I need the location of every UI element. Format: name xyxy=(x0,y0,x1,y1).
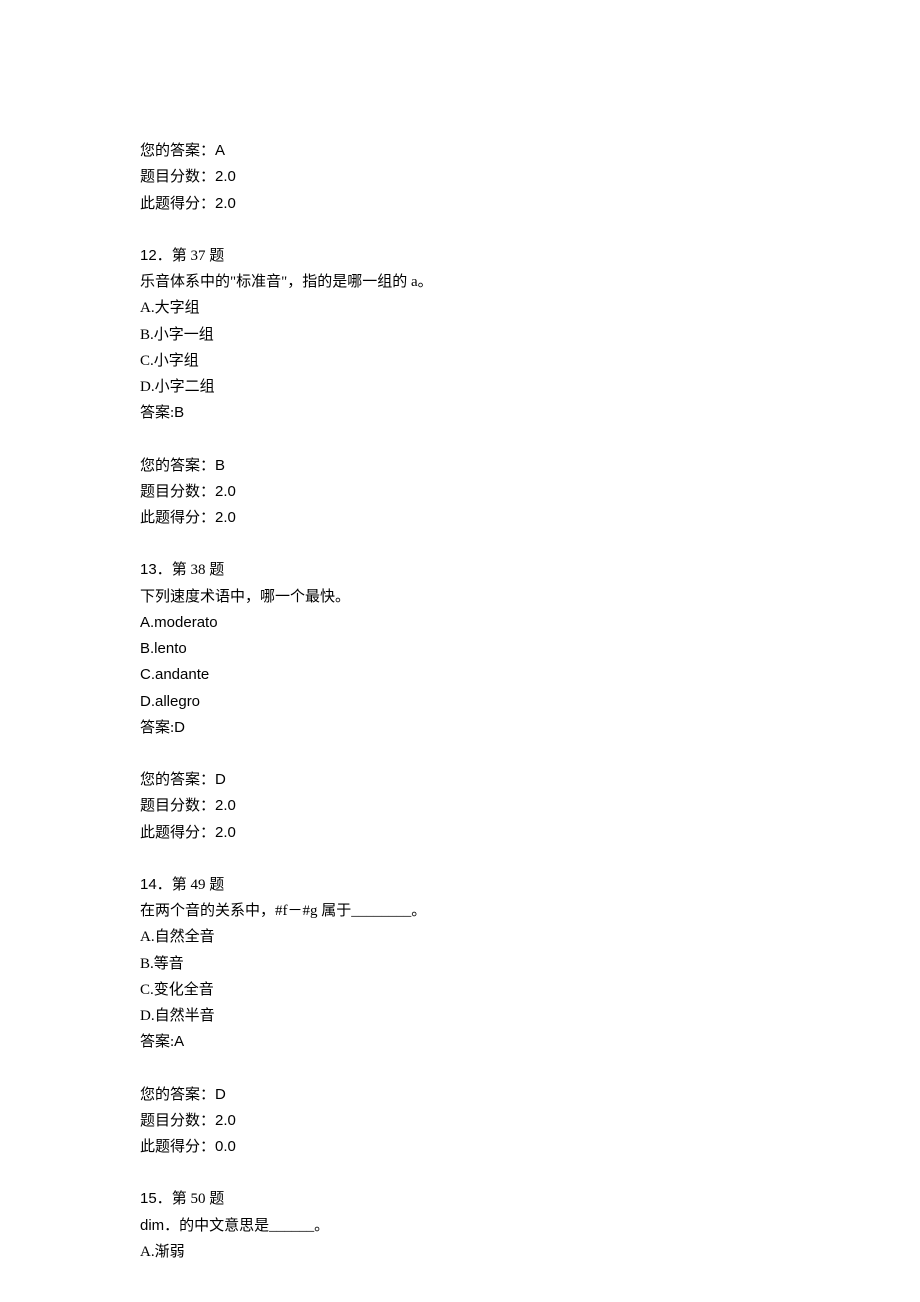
your-answer-label: 您的答案： xyxy=(140,143,215,159)
q15: 15．第 50 题 dim．的中文意思是______。 A.渐弱 xyxy=(140,1186,920,1265)
heading: 14．第 49 题 xyxy=(140,872,920,898)
title: 第 38 题 xyxy=(172,562,225,578)
score-label: 题目分数： xyxy=(140,484,215,500)
score-value: 2.0 xyxy=(215,1112,236,1129)
score-label: 题目分数： xyxy=(140,1113,215,1129)
index: 13． xyxy=(140,561,172,578)
index: 12． xyxy=(140,247,172,264)
stem: 乐音体系中的"标准音"，指的是哪一组的 a。 xyxy=(140,269,920,295)
option-a: A.moderato xyxy=(140,610,920,636)
option-a: A.大字组 xyxy=(140,295,920,321)
your-answer-label: 您的答案： xyxy=(140,458,215,474)
stem: 下列速度术语中，哪一个最快。 xyxy=(140,584,920,610)
stem: dim．的中文意思是______。 xyxy=(140,1213,920,1239)
stem-suffix: 的中文意思是______。 xyxy=(179,1218,329,1234)
heading: 12．第 37 题 xyxy=(140,243,920,269)
option-b: B.等音 xyxy=(140,951,920,977)
score-line: 题目分数：2.0 xyxy=(140,479,920,505)
your-answer-label: 您的答案： xyxy=(140,1087,215,1103)
answer-line: 答案:B xyxy=(140,400,920,426)
option-c: C.小字组 xyxy=(140,348,920,374)
answer-value: A xyxy=(174,1033,184,1050)
title: 第 49 题 xyxy=(172,877,225,893)
your-answer-line: 您的答案：A xyxy=(140,138,920,164)
got-line: 此题得分：2.0 xyxy=(140,505,920,531)
got-value: 2.0 xyxy=(215,195,236,212)
answer-value: B xyxy=(174,404,184,421)
stem: 在两个音的关系中，#f－#g 属于________。 xyxy=(140,898,920,924)
q14: 14．第 49 题 在两个音的关系中，#f－#g 属于________。 A.自… xyxy=(140,872,920,1056)
got-line: 此题得分：2.0 xyxy=(140,191,920,217)
index: 14． xyxy=(140,876,172,893)
score-line: 题目分数：2.0 xyxy=(140,164,920,190)
got-value: 2.0 xyxy=(215,824,236,841)
q14-result: 您的答案：D 题目分数：2.0 此题得分：0.0 xyxy=(140,1082,920,1161)
index: 15． xyxy=(140,1190,172,1207)
answer-label: 答案: xyxy=(140,1034,174,1050)
option-a: A.自然全音 xyxy=(140,924,920,950)
option-c: C.andante xyxy=(140,662,920,688)
your-answer-line: 您的答案：B xyxy=(140,453,920,479)
your-answer-value: D xyxy=(215,771,226,788)
option-d: D.自然半音 xyxy=(140,1003,920,1029)
option-a: A.渐弱 xyxy=(140,1239,920,1265)
option-d: D.小字二组 xyxy=(140,374,920,400)
got-label: 此题得分： xyxy=(140,825,215,841)
your-answer-line: 您的答案：D xyxy=(140,767,920,793)
your-answer-value: B xyxy=(215,457,225,474)
got-value: 0.0 xyxy=(215,1138,236,1155)
score-label: 题目分数： xyxy=(140,169,215,185)
score-line: 题目分数：2.0 xyxy=(140,1108,920,1134)
heading: 15．第 50 题 xyxy=(140,1186,920,1212)
answer-line: 答案:A xyxy=(140,1029,920,1055)
got-value: 2.0 xyxy=(215,509,236,526)
q11-result: 您的答案：A 题目分数：2.0 此题得分：2.0 xyxy=(140,138,920,217)
got-label: 此题得分： xyxy=(140,196,215,212)
score-line: 题目分数：2.0 xyxy=(140,793,920,819)
score-label: 题目分数： xyxy=(140,798,215,814)
q13: 13．第 38 题 下列速度术语中，哪一个最快。 A.moderato B.le… xyxy=(140,557,920,741)
answer-label: 答案: xyxy=(140,720,174,736)
got-label: 此题得分： xyxy=(140,510,215,526)
answer-label: 答案: xyxy=(140,405,174,421)
option-b: B.小字一组 xyxy=(140,322,920,348)
answer-value: D xyxy=(174,719,185,736)
your-answer-value: D xyxy=(215,1086,226,1103)
heading: 13．第 38 题 xyxy=(140,557,920,583)
your-answer-value: A xyxy=(215,142,225,159)
q13-result: 您的答案：D 题目分数：2.0 此题得分：2.0 xyxy=(140,767,920,846)
score-value: 2.0 xyxy=(215,797,236,814)
option-d: D.allegro xyxy=(140,689,920,715)
your-answer-line: 您的答案：D xyxy=(140,1082,920,1108)
q12: 12．第 37 题 乐音体系中的"标准音"，指的是哪一组的 a。 A.大字组 B… xyxy=(140,243,920,427)
title: 第 37 题 xyxy=(172,248,225,264)
score-value: 2.0 xyxy=(215,483,236,500)
got-line: 此题得分：0.0 xyxy=(140,1134,920,1160)
score-value: 2.0 xyxy=(215,168,236,185)
q12-result: 您的答案：B 题目分数：2.0 此题得分：2.0 xyxy=(140,453,920,532)
stem-prefix: dim． xyxy=(140,1217,179,1234)
option-b: B.lento xyxy=(140,636,920,662)
got-line: 此题得分：2.0 xyxy=(140,820,920,846)
title: 第 50 题 xyxy=(172,1191,225,1207)
got-label: 此题得分： xyxy=(140,1139,215,1155)
your-answer-label: 您的答案： xyxy=(140,772,215,788)
answer-line: 答案:D xyxy=(140,715,920,741)
option-c: C.变化全音 xyxy=(140,977,920,1003)
